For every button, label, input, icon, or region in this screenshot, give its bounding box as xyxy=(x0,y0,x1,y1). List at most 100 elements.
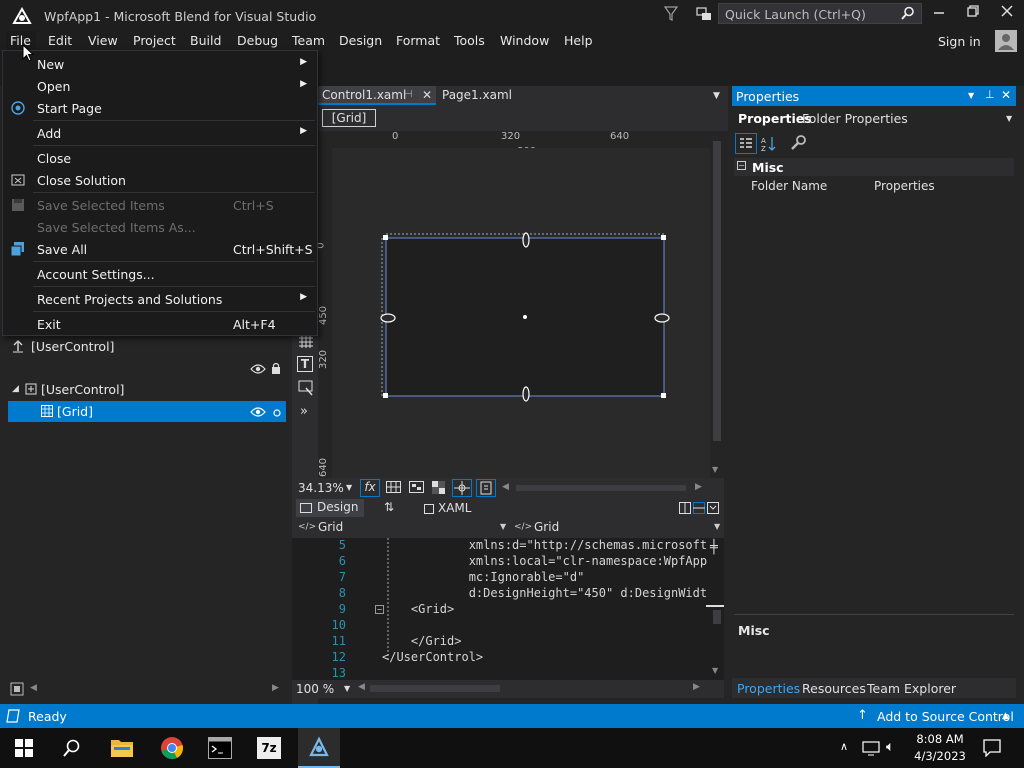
code-hscroll-left-icon[interactable]: ◀ xyxy=(358,682,365,692)
code-hscroll-thumb[interactable] xyxy=(370,685,500,692)
menu-item-add[interactable]: Add ▶ xyxy=(3,122,317,144)
code-hscroll-right-icon[interactable]: ▶ xyxy=(693,682,700,692)
left-element-combo[interactable]: </> Grid ▼ xyxy=(298,520,508,536)
grid-lock-dot-icon[interactable] xyxy=(272,407,282,421)
windows-start-icon[interactable] xyxy=(15,739,33,760)
notification-icon[interactable] xyxy=(983,739,1001,760)
property-value[interactable]: Properties xyxy=(874,179,935,193)
menu-help[interactable]: Help xyxy=(564,33,593,48)
category-misc[interactable]: − Misc xyxy=(734,158,1014,176)
category-collapse-icon[interactable]: − xyxy=(737,161,746,170)
feedback-icon[interactable] xyxy=(696,6,712,25)
menu-edit[interactable]: Edit xyxy=(48,33,72,48)
menu-build[interactable]: Build xyxy=(190,33,221,48)
panel-menu-icon[interactable]: ▼ xyxy=(968,91,974,100)
7zip-icon[interactable]: 7z xyxy=(257,737,281,759)
more-tools-icon[interactable]: » xyxy=(300,404,308,419)
tree-item-usercontrol[interactable]: ◢ [UserControl] xyxy=(8,381,288,399)
hscroll-right-icon[interactable]: ▶ xyxy=(695,482,702,492)
design-vscroll-thumb[interactable] xyxy=(713,141,721,441)
properties-object-dropdown-icon[interactable]: ▼ xyxy=(1006,114,1012,123)
pin-icon[interactable]: ⊣ xyxy=(404,89,413,100)
file-explorer-icon[interactable] xyxy=(110,737,134,762)
blend-taskbar-button[interactable] xyxy=(298,728,340,768)
grid-toggle-icon[interactable] xyxy=(386,481,401,496)
filter-icon[interactable] xyxy=(663,6,679,25)
scope-row[interactable]: [UserControl] xyxy=(8,338,288,356)
volume-icon[interactable]: 🔈︎ xyxy=(886,739,894,755)
menu-item-exit[interactable]: Exit Alt+F4 xyxy=(3,313,317,335)
expand-arrow-icon[interactable]: ◢ xyxy=(12,384,19,394)
objects-hscroll[interactable]: ◀ ▶ xyxy=(0,682,292,696)
menu-team[interactable]: Team xyxy=(292,33,325,48)
menu-item-save-selected[interactable]: Save Selected Items Ctrl+S xyxy=(3,194,317,216)
menu-design[interactable]: Design xyxy=(339,33,382,48)
menu-item-save-all[interactable]: Save All Ctrl+Shift+S xyxy=(3,238,317,260)
source-control-arrow-icon[interactable]: ▲ xyxy=(1002,711,1009,721)
property-row[interactable]: Folder Name Properties xyxy=(734,178,1014,196)
tray-overflow-icon[interactable]: ∧ xyxy=(840,740,848,753)
split-editor-icon[interactable]: ╪ xyxy=(710,540,718,555)
swap-panes-icon[interactable]: ⇅ xyxy=(384,500,394,514)
menu-item-new[interactable]: New ▶ xyxy=(3,53,317,75)
avatar[interactable] xyxy=(995,30,1017,52)
design-view-tab[interactable]: Design xyxy=(296,499,364,517)
xaml-editor[interactable]: − 5 xmlns:d="http://schemas.microsoft 6 … xyxy=(292,538,710,680)
menu-item-account-settings[interactable]: Account Settings... xyxy=(3,263,317,285)
scroll-down-icon[interactable]: ▼ xyxy=(712,465,718,474)
snap-icon[interactable] xyxy=(10,682,24,699)
scope-up-icon[interactable] xyxy=(12,339,24,356)
right-element-combo[interactable]: </> Grid ▼ xyxy=(514,520,722,536)
menu-format[interactable]: Format xyxy=(396,33,440,48)
menu-debug[interactable]: Debug xyxy=(237,33,278,48)
menu-project[interactable]: Project xyxy=(133,33,176,48)
snap-grid-icon[interactable] xyxy=(409,481,424,496)
lock-icon[interactable] xyxy=(271,362,281,377)
chrome-icon[interactable] xyxy=(160,736,184,763)
tree-item-grid[interactable]: [Grid] xyxy=(8,401,286,422)
code-zoom-combo[interactable]: 100 % xyxy=(296,682,334,696)
selected-grid-adorner[interactable] xyxy=(332,148,710,478)
minimize-button[interactable] xyxy=(924,5,954,25)
tab-resources[interactable]: Resources xyxy=(802,681,866,696)
fx-button[interactable]: fx xyxy=(360,479,380,497)
close-window-button[interactable] xyxy=(992,5,1022,25)
design-canvas[interactable] xyxy=(332,148,710,478)
terminal-icon[interactable] xyxy=(208,737,232,762)
shape-tool-icon[interactable] xyxy=(298,380,314,399)
search-taskbar-icon[interactable] xyxy=(63,739,81,760)
menu-item-open[interactable]: Open ▶ xyxy=(3,75,317,97)
tab-page1[interactable]: Page1.xaml xyxy=(438,86,516,105)
design-vscroll[interactable]: ▼ xyxy=(710,131,724,478)
tab-properties[interactable]: Properties xyxy=(737,681,800,696)
restore-button[interactable] xyxy=(958,5,988,25)
code-vscroll[interactable]: ╪ ▼ xyxy=(706,538,724,680)
panel-close-icon[interactable]: ✕ xyxy=(1001,88,1011,102)
tab-overflow-icon[interactable]: ▼ xyxy=(713,91,720,101)
menu-item-close-solution[interactable]: Close Solution xyxy=(3,169,317,191)
scope-tag[interactable]: [Grid] xyxy=(322,109,376,127)
code-scroll-down-icon[interactable]: ▼ xyxy=(712,666,718,675)
tab-close-icon[interactable]: ✕ xyxy=(422,88,432,102)
zoom-combo[interactable]: 34.13% xyxy=(298,481,344,495)
tab-team-explorer[interactable]: Team Explorer xyxy=(867,681,956,696)
xaml-view-tab[interactable]: XAML xyxy=(422,501,492,517)
sort-alpha-icon[interactable]: AZ xyxy=(761,136,777,155)
menu-view[interactable]: View xyxy=(88,33,118,48)
grid-tool-icon[interactable] xyxy=(299,336,313,351)
eye-icon[interactable] xyxy=(250,363,266,378)
grid-eye-icon[interactable] xyxy=(250,406,266,421)
snap-lines-icon[interactable] xyxy=(452,479,472,497)
clock-date[interactable]: 4/3/2023 xyxy=(914,749,966,763)
categorized-button[interactable] xyxy=(735,133,757,154)
hscroll-left-icon[interactable]: ◀ xyxy=(502,482,509,492)
wrench-icon[interactable] xyxy=(790,135,806,154)
menu-item-recent[interactable]: Recent Projects and Solutions ▶ xyxy=(3,288,317,310)
panel-pin-icon[interactable]: ⊥ xyxy=(985,88,995,101)
tab-control1[interactable]: Control1.xaml ⊣ ✕ xyxy=(318,86,436,105)
vertical-split-icon[interactable] xyxy=(679,502,719,517)
code-zoom-arrow-icon[interactable]: ▼ xyxy=(344,684,350,693)
zoom-dropdown-icon[interactable]: ▼ xyxy=(346,483,352,492)
network-icon[interactable] xyxy=(862,740,880,759)
code-vscroll-thumb[interactable] xyxy=(713,610,721,624)
